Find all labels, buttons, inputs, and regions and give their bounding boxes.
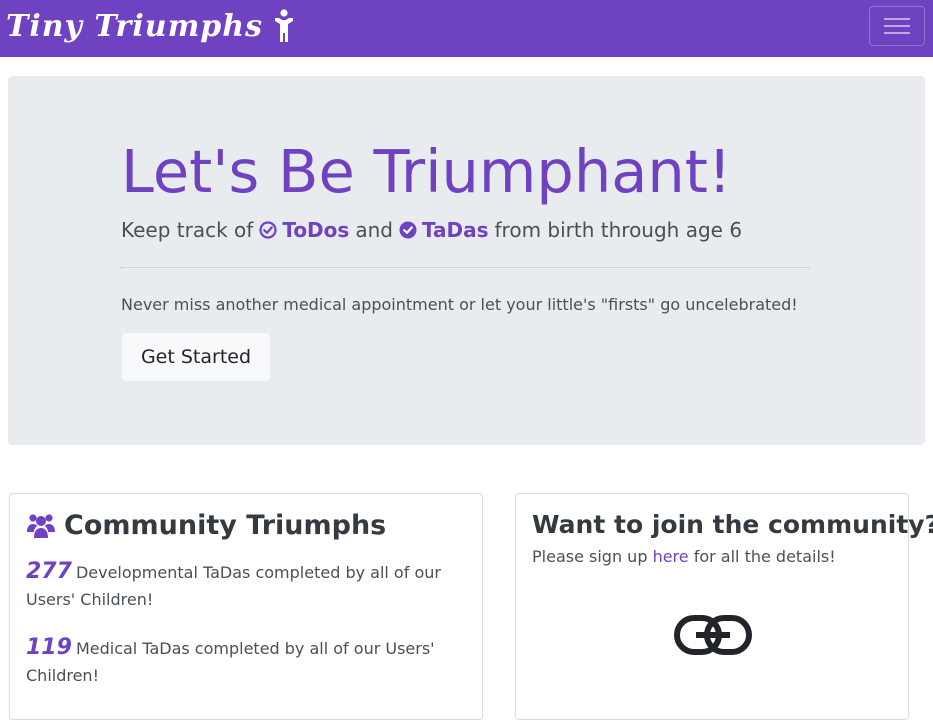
community-title-text: Community Triumphs xyxy=(64,510,387,541)
join-community-card: Want to join the community? Please sign … xyxy=(515,493,933,720)
hero-title: Let's Be Triumphant! xyxy=(121,137,732,206)
lead-suffix: from birth through age 6 xyxy=(494,218,743,242)
developmental-count: 277 xyxy=(26,559,72,584)
get-started-button[interactable]: Get Started xyxy=(122,333,270,381)
navbar: Tiny Triumphs xyxy=(0,0,933,57)
hero-divider xyxy=(121,267,811,269)
check-circle-icon xyxy=(259,221,277,239)
developmental-stat-text: Developmental TaDas completed by all of … xyxy=(26,563,441,609)
hero-lead: Keep track of ToDos and TaDas from birth… xyxy=(121,216,742,244)
hero-jumbotron: Let's Be Triumphant! Keep track of ToDos… xyxy=(8,76,925,445)
join-text-after: for all the details! xyxy=(693,547,836,566)
join-card-title: Want to join the community? xyxy=(532,510,933,539)
users-icon xyxy=(27,514,55,538)
community-triumphs-card: Community Triumphs 277 Developmental TaDa… xyxy=(9,493,483,720)
tadas-tag: TaDas xyxy=(399,216,489,244)
todos-label: ToDos xyxy=(282,218,350,242)
medical-stat: 119 Medical TaDas completed by all of our… xyxy=(26,634,466,689)
navbar-toggle-button[interactable] xyxy=(869,6,925,46)
child-icon xyxy=(274,9,293,42)
medical-count: 119 xyxy=(26,635,72,660)
medical-stat-text: Medical TaDas completed by all of our Us… xyxy=(26,639,435,685)
lead-prefix: Keep track of xyxy=(121,218,254,242)
hamburger-menu-icon xyxy=(884,18,910,34)
todos-tag: ToDos xyxy=(259,216,349,244)
join-text-before: Please sign up xyxy=(532,547,648,566)
link-icon[interactable] xyxy=(674,614,752,656)
sign-up-link[interactable]: here xyxy=(653,547,689,566)
developmental-stat: 277 Developmental TaDas completed by all … xyxy=(26,558,466,613)
check-circle-icon xyxy=(399,221,417,239)
lead-and: and xyxy=(355,218,393,242)
hero-description: Never miss another medical appointment o… xyxy=(121,295,798,314)
community-card-title: Community Triumphs xyxy=(26,508,386,544)
join-text: Please sign up here for all the details! xyxy=(532,545,836,569)
brand-name: Tiny Triumphs xyxy=(6,8,263,44)
brand-link[interactable]: Tiny Triumphs xyxy=(6,0,295,52)
tadas-label: TaDas xyxy=(421,218,489,242)
